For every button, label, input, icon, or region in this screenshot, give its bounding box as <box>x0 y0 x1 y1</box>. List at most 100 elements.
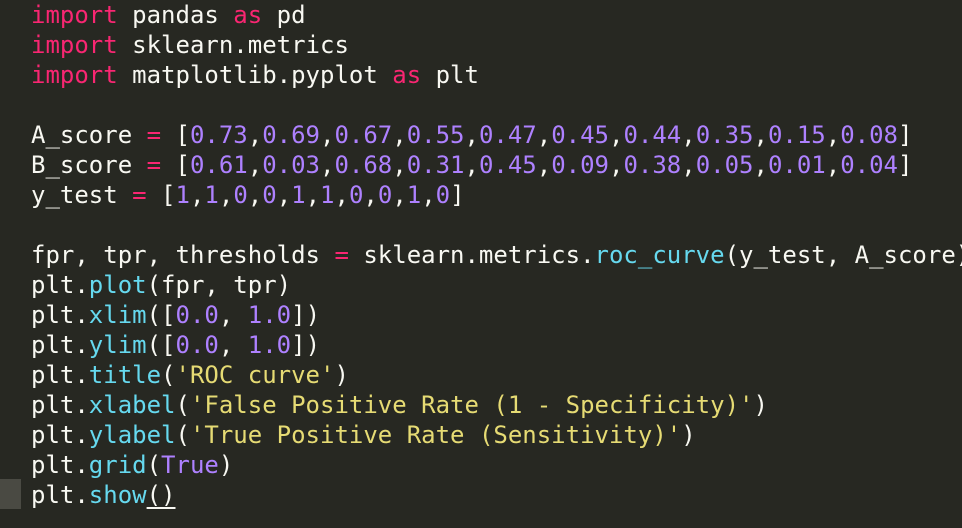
number-token: 0.47 <box>478 121 537 149</box>
function-token: ylabel <box>88 421 176 449</box>
text-token: , <box>536 121 552 149</box>
function-token: roc_curve <box>594 241 725 269</box>
text-token: pd <box>262 1 306 29</box>
number-token: 0.68 <box>334 151 393 179</box>
code-editor[interactable]: import pandas as pd import sklearn.metric… <box>0 0 962 528</box>
text-token: , <box>320 151 335 179</box>
operator-token: = <box>334 241 349 269</box>
number-token: 0.61 <box>189 151 248 179</box>
string-token: 'ROC curve' <box>175 361 335 389</box>
text-token: matplotlib.pyplot <box>117 61 393 89</box>
text-token: plt. <box>31 331 89 359</box>
text-token: ] <box>898 121 913 149</box>
number-token: 0.31 <box>406 151 465 179</box>
text-token: ) <box>681 421 696 449</box>
text-token: (fpr, tpr) <box>146 271 292 299</box>
text-token: , <box>363 181 378 209</box>
code-line[interactable]: import sklearn.metrics <box>31 30 962 60</box>
code-line[interactable]: A_score = [0.73,0.69,0.67,0.55,0.47,0.45… <box>31 120 962 150</box>
text-token: y_test <box>31 181 133 209</box>
number-token: 1 <box>320 181 335 209</box>
text-token: ] <box>450 181 465 209</box>
number-token: 0.0 <box>175 301 219 329</box>
keyword-token: import <box>31 61 118 89</box>
text-token: , <box>464 151 479 179</box>
code-line[interactable] <box>31 90 962 120</box>
number-token: 0.09 <box>551 151 609 179</box>
current-line-marker <box>0 479 21 509</box>
text-token: , <box>392 151 407 179</box>
code-line[interactable]: plt.show() <box>31 480 962 510</box>
number-token: 1.0 <box>247 301 292 329</box>
keyword-token: import <box>31 1 118 29</box>
code-line[interactable]: plt.xlim([0.0, 1.0]) <box>31 300 962 330</box>
code-line[interactable]: B_score = [0.61,0.03,0.68,0.31,0.45,0.09… <box>31 150 962 180</box>
text-token: , <box>392 181 407 209</box>
text-token: ) <box>334 361 349 389</box>
code-line[interactable]: plt.grid(True) <box>31 450 962 480</box>
number-token: 1 <box>204 181 219 209</box>
text-token: , <box>218 301 248 329</box>
text-token: A_score <box>31 121 147 149</box>
number-token: 0 <box>377 181 393 209</box>
text-token: ([ <box>146 331 176 359</box>
text-token: , <box>825 121 841 149</box>
code-line[interactable]: plt.xlabel('False Positive Rate (1 - Spe… <box>31 390 962 420</box>
text-token: , <box>825 151 841 179</box>
code-content[interactable]: import pandas as pd import sklearn.metric… <box>31 0 962 510</box>
text-token: , <box>247 151 263 179</box>
text-token: ]) <box>291 331 321 359</box>
code-line[interactable]: plt.ylim([0.0, 1.0]) <box>31 330 962 360</box>
text-token: plt. <box>31 481 89 509</box>
code-line[interactable]: plt.title('ROC curve') <box>31 360 962 390</box>
text-token: pandas <box>117 1 234 29</box>
number-token: 0.45 <box>478 151 537 179</box>
code-line[interactable]: plt.plot(fpr, tpr) <box>31 270 962 300</box>
text-token: , <box>609 121 624 149</box>
number-token: 1 <box>291 181 306 209</box>
number-token: 0.05 <box>695 151 754 179</box>
text-token: , <box>305 181 321 209</box>
text-token: plt <box>421 61 479 89</box>
number-token: 0.35 <box>695 121 754 149</box>
number-token: 0.15 <box>767 121 826 149</box>
code-line[interactable]: import matplotlib.pyplot as plt <box>31 60 962 90</box>
number-token: 0.73 <box>189 121 248 149</box>
keyword-token: as <box>233 1 263 29</box>
number-token: 1.0 <box>247 331 292 359</box>
text-token: , <box>464 121 479 149</box>
text-token: ]) <box>291 301 321 329</box>
text-token: plt. <box>31 271 89 299</box>
text-token: ( <box>175 421 190 449</box>
text-token: , <box>536 151 552 179</box>
operator-token: = <box>146 151 162 179</box>
keyword-token: as <box>392 61 422 89</box>
text-token: sklearn.metrics <box>117 31 349 59</box>
text-token: , <box>681 121 696 149</box>
code-line[interactable]: fpr, tpr, thresholds = sklearn.metrics.r… <box>31 240 962 270</box>
text-token: plt. <box>31 301 89 329</box>
number-token: 0.44 <box>623 121 682 149</box>
number-token: 0 <box>262 181 277 209</box>
constant-token: True <box>161 451 219 479</box>
text-token: [ <box>146 181 176 209</box>
code-line[interactable]: plt.ylabel('True Positive Rate (Sensitiv… <box>31 420 962 450</box>
text-token: , <box>392 121 407 149</box>
number-token: 0 <box>233 181 248 209</box>
code-line[interactable]: import pandas as pd <box>31 0 962 30</box>
text-token: , <box>753 151 768 179</box>
number-token: 0.08 <box>840 121 898 149</box>
text-token: sklearn.metrics. <box>348 241 595 269</box>
text-token: ([ <box>146 301 176 329</box>
function-token: plot <box>88 271 147 299</box>
string-token: 'True Positive Rate (Sensitivity)' <box>189 421 682 449</box>
text-token: , <box>218 181 234 209</box>
code-line[interactable] <box>31 210 962 240</box>
number-token: 1 <box>175 181 190 209</box>
code-line[interactable]: y_test = [1,1,0,0,1,1,0,0,1,0] <box>31 180 962 210</box>
function-token: show <box>88 481 147 509</box>
cursor-token: () <box>146 481 176 509</box>
text-token: , <box>247 121 263 149</box>
text-token: ) <box>218 451 234 479</box>
number-token: 0.38 <box>623 151 682 179</box>
